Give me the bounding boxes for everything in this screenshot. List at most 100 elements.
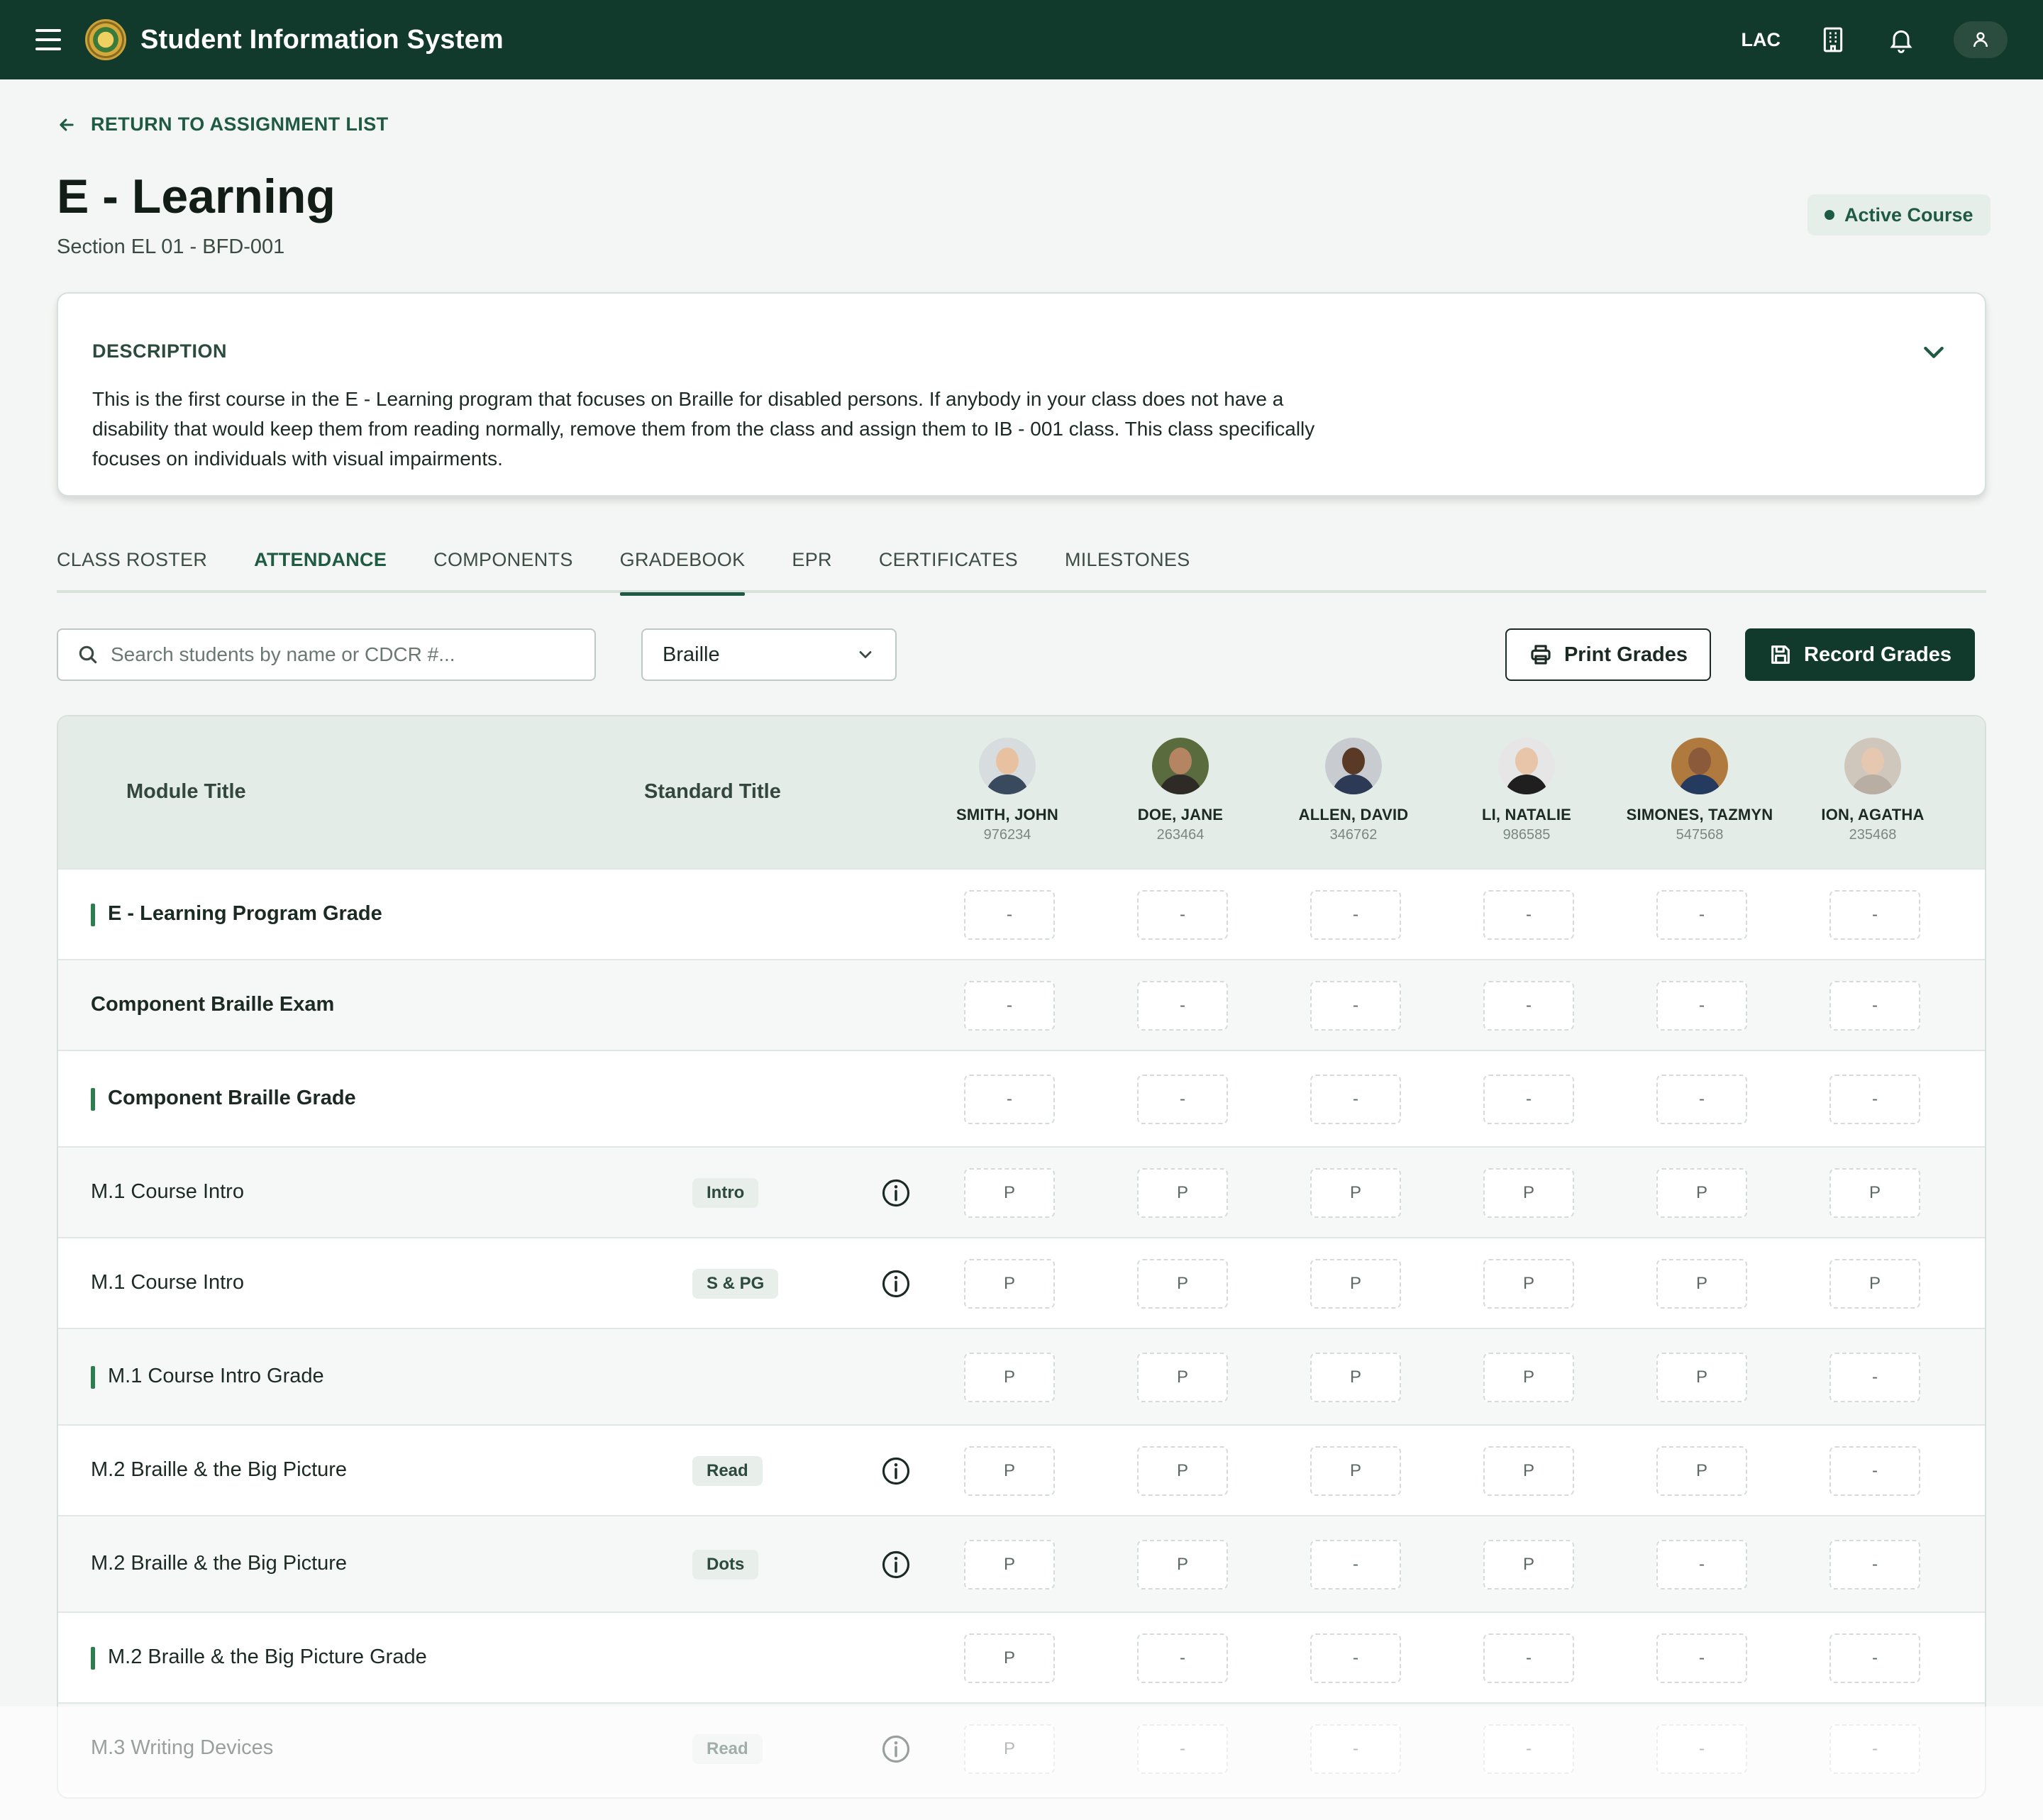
grade-cell[interactable]: - [1137,1075,1228,1124]
grade-cell[interactable]: - [1829,981,1920,1031]
grade-cell[interactable]: - [1483,890,1574,940]
search-input[interactable] [111,643,579,666]
grade-cell[interactable]: - [964,1075,1055,1124]
grade-cell[interactable]: P [1656,1353,1747,1402]
student-id: 986585 [1502,827,1551,843]
grade-cell[interactable]: - [1483,1075,1574,1124]
grade-cell[interactable]: - [1656,1724,1747,1774]
grade-cell[interactable]: - [1137,1724,1228,1774]
info-icon[interactable] [881,1734,911,1764]
student-column-header[interactable]: LI, NATALIE 986585 [1445,738,1608,843]
grade-cell[interactable]: - [1829,1446,1920,1496]
grade-cell[interactable]: P [1483,1168,1574,1218]
info-icon[interactable] [881,1550,911,1580]
student-column-header[interactable]: ION, AGATHA 235468 [1791,738,1954,843]
grade-cell[interactable]: P [964,1446,1055,1496]
table-row: Component Braille Grade - - - - - - [58,1050,1985,1146]
grade-cell[interactable]: P [964,1259,1055,1309]
tab-components[interactable]: COMPONENTS [433,539,573,593]
grade-cell[interactable]: P [1137,1168,1228,1218]
grade-cell[interactable]: - [1137,890,1228,940]
grade-cell[interactable]: P [1656,1446,1747,1496]
bell-icon[interactable] [1886,24,1917,55]
grade-cell[interactable]: - [1483,1633,1574,1683]
grade-cell[interactable]: - [1829,1075,1920,1124]
chevron-down-icon[interactable] [1920,338,1948,366]
grade-cell[interactable]: - [1656,1540,1747,1589]
student-column-header[interactable]: SMITH, JOHN 976234 [926,738,1089,843]
grade-cell[interactable]: P [964,1724,1055,1774]
user-menu-button[interactable] [1954,21,2008,58]
tab-milestones[interactable]: MILESTONES [1065,539,1190,593]
grade-cell[interactable]: - [1137,981,1228,1031]
info-icon[interactable] [881,1456,911,1486]
grade-cell[interactable]: P [1310,1353,1401,1402]
grade-cell[interactable]: P [1829,1259,1920,1309]
grade-cell[interactable]: - [1483,981,1574,1031]
grade-cell[interactable]: - [1656,1633,1747,1683]
tab-class-roster[interactable]: CLASS ROSTER [57,539,207,593]
grade-cell[interactable]: - [1137,1633,1228,1683]
student-id: 263464 [1156,827,1205,843]
grade-cell[interactable]: P [1310,1168,1401,1218]
student-column-header[interactable]: ALLEN, DAVID 346762 [1272,738,1435,843]
grade-cell[interactable]: - [1829,890,1920,940]
grade-cell[interactable]: P [1310,1259,1401,1309]
row-title: E - Learning Program Grade [91,902,382,926]
grade-cell[interactable]: - [964,890,1055,940]
tab-certificates[interactable]: CERTIFICATES [879,539,1018,593]
return-to-assignment-list-link[interactable]: RETURN TO ASSIGNMENT LIST [57,113,389,135]
grade-cell[interactable]: P [1483,1259,1574,1309]
info-icon[interactable] [881,1269,911,1299]
grade-cell[interactable]: - [1829,1353,1920,1402]
column-header-standard: Standard Title [644,780,781,803]
grade-cell[interactable]: P [1483,1446,1574,1496]
record-grades-button[interactable]: Record Grades [1745,628,1975,681]
building-icon[interactable] [1817,24,1849,55]
tab-attendance[interactable]: ATTENDANCE [254,539,387,593]
grade-cell[interactable]: P [964,1353,1055,1402]
gradebook-table: Module Title Standard Title SMITH, JOHN … [57,715,1986,1799]
grade-cell[interactable]: P [964,1168,1055,1218]
grade-cell[interactable]: P [1137,1446,1228,1496]
student-column-header[interactable]: DOE, JANE 263464 [1099,738,1262,843]
tab-gradebook[interactable]: GRADEBOOK [619,539,746,596]
grade-cell[interactable]: P [1137,1540,1228,1589]
grade-cell[interactable]: P [1483,1353,1574,1402]
grade-cell[interactable]: P [964,1633,1055,1683]
grade-cell[interactable]: - [1310,1724,1401,1774]
grade-cell[interactable]: P [964,1540,1055,1589]
grade-cell[interactable]: - [1310,1633,1401,1683]
grade-cell[interactable]: - [1656,1075,1747,1124]
grade-cell[interactable]: P [1483,1540,1574,1589]
grade-cell[interactable]: - [1829,1633,1920,1683]
app-title: Student Information System [140,24,504,55]
tab-epr[interactable]: EPR [792,539,831,593]
grade-cell[interactable]: - [1310,1075,1401,1124]
grade-cell[interactable]: P [1137,1353,1228,1402]
top-bar: Student Information System LAC [0,0,2043,79]
standard-tag: Intro [692,1178,759,1208]
grade-cell[interactable]: - [964,981,1055,1031]
grade-cell[interactable]: P [1137,1259,1228,1309]
menu-icon[interactable] [35,29,61,50]
grade-cell[interactable]: - [1310,890,1401,940]
grade-cell[interactable]: P [1656,1259,1747,1309]
grade-cell[interactable]: P [1310,1446,1401,1496]
grade-cell[interactable]: - [1656,890,1747,940]
grade-cell[interactable]: - [1310,1540,1401,1589]
student-column-header[interactable]: SIMONES, TAZMYN 547568 [1618,738,1781,843]
grade-cell[interactable]: P [1829,1168,1920,1218]
row-title: Component Braille Grade [91,1087,356,1111]
component-select[interactable]: Braille [641,628,897,681]
grade-cell[interactable]: P [1656,1168,1747,1218]
print-grades-button[interactable]: Print Grades [1505,628,1711,681]
grade-cell[interactable]: - [1829,1724,1920,1774]
grade-cell[interactable]: - [1310,981,1401,1031]
grade-cell[interactable]: - [1656,981,1747,1031]
grade-cell[interactable]: - [1829,1540,1920,1589]
tab-bar: CLASS ROSTER ATTENDANCE COMPONENTS GRADE… [57,539,1986,596]
grade-cell[interactable]: - [1483,1724,1574,1774]
location-code[interactable]: LAC [1742,29,1781,51]
info-icon[interactable] [881,1178,911,1208]
